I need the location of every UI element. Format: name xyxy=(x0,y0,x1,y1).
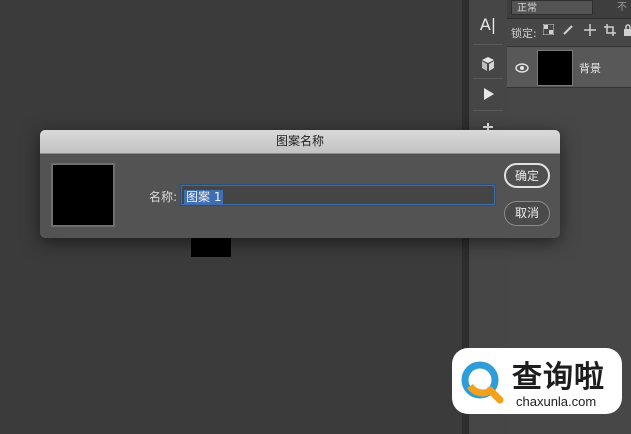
cancel-button[interactable]: 取消 xyxy=(504,201,550,226)
opacity-label: 不 xyxy=(617,2,627,13)
dialog-title: 图案名称 xyxy=(40,130,560,154)
watermark-url-text: chaxunla.com xyxy=(516,394,597,409)
text-tool-icon[interactable]: A| xyxy=(473,10,503,38)
pattern-name-dialog: 图案名称 名称: 图案 1 确定 取消 xyxy=(40,130,560,238)
photoshop-window: A| 正常 不 锁定: 背景 图案名称 名称: 图案 1 确定 取消 查询啦 c… xyxy=(0,0,631,434)
text-tool-glyph: A| xyxy=(479,14,497,34)
layer-thumbnail xyxy=(537,50,573,86)
lock-artboard-icon[interactable] xyxy=(603,24,617,38)
watermark-chinese-text: 查询啦 xyxy=(512,360,605,395)
blend-row: 正常 不 xyxy=(507,0,631,19)
tool-separator xyxy=(473,44,503,45)
name-input-value: 图案 1 xyxy=(184,190,224,205)
play-icon xyxy=(484,88,494,100)
visibility-eye-icon xyxy=(515,63,529,73)
eye-icon[interactable] xyxy=(515,60,529,74)
watermark: 查询啦 chaxunla.com xyxy=(452,348,622,414)
ok-button[interactable]: 确定 xyxy=(504,163,550,188)
lock-row: 锁定: xyxy=(507,22,631,42)
lock-move-icon[interactable] xyxy=(583,24,597,38)
lock-transparent-icon[interactable] xyxy=(541,23,555,38)
lock-brush-icon[interactable] xyxy=(561,24,575,38)
move-icon xyxy=(584,24,596,36)
name-label: 名称: xyxy=(149,190,178,204)
checker-icon xyxy=(542,23,554,36)
lock-label: 锁定: xyxy=(511,27,537,40)
crop-icon xyxy=(604,24,616,36)
lock-icon xyxy=(624,24,631,36)
layer-name: 背景 xyxy=(579,62,601,75)
layer-row-background[interactable]: 背景 xyxy=(507,46,631,88)
cube-icon xyxy=(482,57,494,71)
watermark-logo-icon xyxy=(461,361,504,404)
blend-mode-select[interactable]: 正常 xyxy=(511,0,593,15)
tool-separator xyxy=(473,110,503,111)
3d-cube-tool-icon[interactable] xyxy=(473,50,503,78)
brush-icon xyxy=(563,25,573,35)
name-input[interactable]: 图案 1 xyxy=(181,185,495,205)
play-action-icon[interactable] xyxy=(473,80,503,108)
tool-separator xyxy=(473,78,503,79)
lock-all-icon[interactable] xyxy=(621,24,631,38)
pattern-preview xyxy=(51,163,115,227)
